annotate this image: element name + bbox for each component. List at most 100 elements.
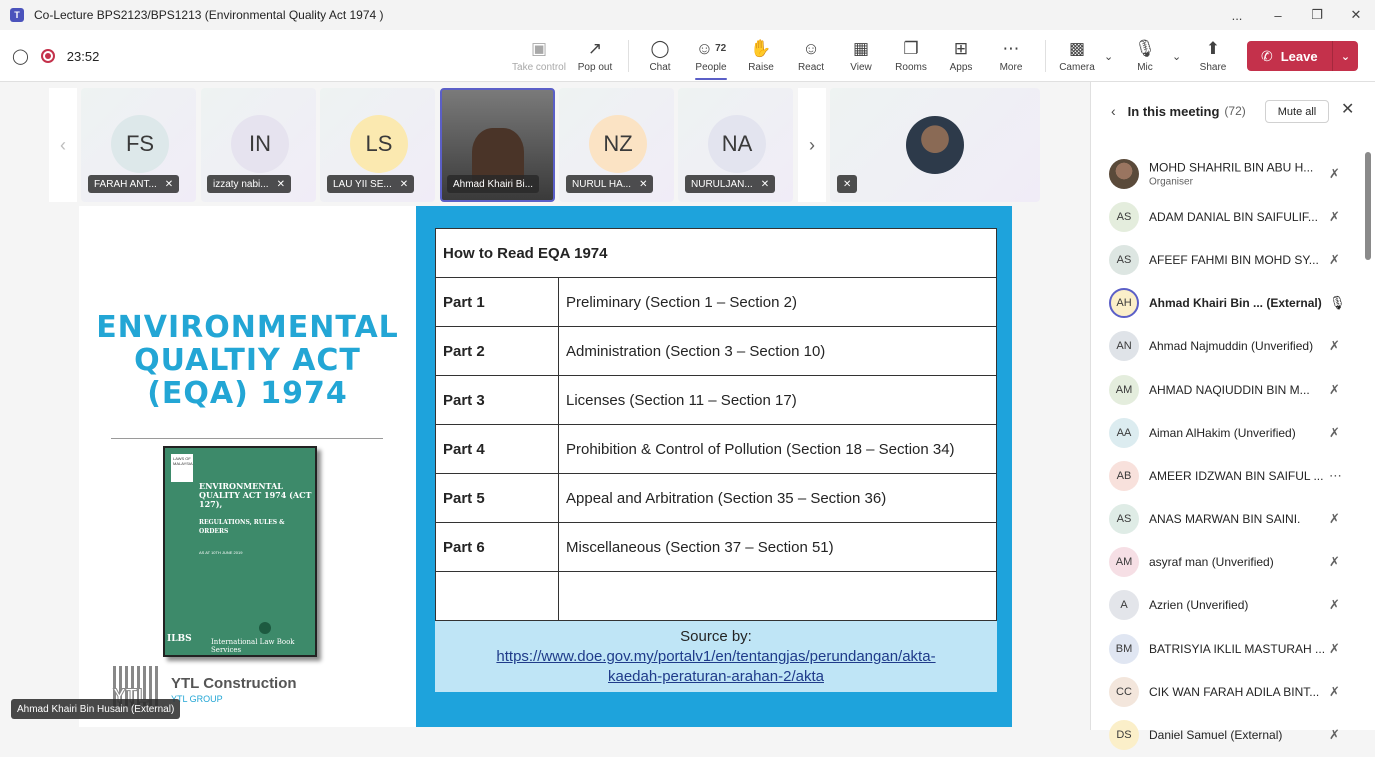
take-control-button[interactable]: ▣ Take control <box>511 30 567 82</box>
camera-off-icon: ▩ <box>1068 39 1086 58</box>
list-item[interactable]: AM AHMAD NAQIUDDIN BIN M... ✗ <box>1091 368 1366 411</box>
rooms-icon: ❐ <box>903 39 919 58</box>
list-item[interactable]: AS AFEEF FAHMI BIN MOHD SY... ✗ <box>1091 238 1366 281</box>
avatar: NA <box>708 115 766 173</box>
self-mic-off-icon: ✕ <box>837 175 858 193</box>
scrollbar[interactable] <box>1365 152 1371 260</box>
people-button[interactable]: ☺ 72 People <box>683 30 739 82</box>
participant-list: MOHD SHAHRIL BIN ABU H... Organiser ✗ AS AD… <box>1091 152 1366 757</box>
shared-slide: ENVIRONMENTAL QUALTIY ACT (EQA) 1974 LAW… <box>79 206 1012 727</box>
avatar: AB <box>1109 460 1139 491</box>
meeting-toolbar: ◯ 23:52 ▣ Take control ↗ Pop out ◯ Chat ☺ 72… <box>0 30 1375 82</box>
mic-off-icon: ✕ <box>760 178 770 190</box>
avatar <box>906 116 964 174</box>
react-button[interactable]: ☺ React <box>783 30 839 82</box>
list-item[interactable]: CC CIK WAN FARAH ADILA BINT... ✗ <box>1091 670 1366 713</box>
list-item[interactable]: AS ANAS MARWAN BIN SAINI. ✗ <box>1091 498 1366 541</box>
list-item[interactable]: AH Ahmad Khairi Bin ... (External) 🎙 <box>1091 282 1366 325</box>
source-link[interactable]: https://www.doe.gov.my/portalv1/en/tenta… <box>496 648 935 665</box>
mic-button[interactable]: 🎙 Mic <box>1117 30 1173 82</box>
shield-icon: ◯ <box>12 48 29 65</box>
hand-icon: ✋ <box>750 39 772 58</box>
leave-options-chevron-icon[interactable]: ⌄ <box>1332 41 1358 71</box>
list-item[interactable]: AN Ahmad Najmuddin (Unverified) ✗ <box>1091 325 1366 368</box>
meeting-timer: 23:52 <box>66 48 100 64</box>
share-icon: ⬆ <box>1205 39 1221 58</box>
avatar <box>1109 158 1139 189</box>
mic-off-icon: ✕ <box>164 178 174 190</box>
recording-icon <box>40 49 55 63</box>
rooms-button[interactable]: ❐ Rooms <box>883 30 939 82</box>
avatar: AA <box>1109 417 1139 448</box>
table-row: Part 3 Licenses (Section 11 – Section 17) <box>435 375 997 425</box>
teams-logo-icon: T <box>10 8 24 22</box>
share-button[interactable]: ⬆ Share <box>1185 30 1241 82</box>
avatar: BM <box>1109 633 1139 664</box>
eqa-table: How to Read EQA 1974 Part 1 Preliminary (… <box>435 228 997 621</box>
avatar: IN <box>231 115 289 173</box>
raise-hand-button[interactable]: ✋ Raise <box>733 30 789 82</box>
table-row: Part 6 Miscellaneous (Section 37 – Sectio… <box>435 522 997 572</box>
view-button[interactable]: ▦ View <box>833 30 889 82</box>
mic-off-icon: 🎙 <box>1134 39 1156 58</box>
more-options-icon[interactable]: ... <box>1217 0 1257 30</box>
camera-button[interactable]: ▩ Camera <box>1049 30 1105 82</box>
list-item[interactable]: AB AMEER IDZWAN BIN SAIFUL ... ⋯ <box>1091 454 1366 497</box>
pop-out-button[interactable]: ↗ Pop out <box>567 30 623 82</box>
avatar: CC <box>1109 676 1139 707</box>
title-bar: T Co-Lecture BPS2123/BPS1213 (Environmen… <box>0 0 1375 30</box>
close-window-button[interactable]: ✕ <box>1336 0 1375 30</box>
back-arrow-icon[interactable]: ‹ <box>1111 103 1116 119</box>
chat-icon: ◯ <box>650 39 670 58</box>
prev-tiles-arrow-icon[interactable]: ‹ <box>49 88 77 202</box>
list-item[interactable]: BM BATRISYIA IKLIL MASTURAH ... ✗ <box>1091 627 1366 670</box>
people-panel: ‹ In this meeting (72) Mute all ✕ MOHD S… <box>1090 82 1375 751</box>
avatar: FS <box>111 115 169 173</box>
list-item[interactable]: DS Daniel Samuel (External) ✗ <box>1091 713 1366 756</box>
minimize-button[interactable]: – <box>1258 0 1298 30</box>
tile-name-tag: izzaty nabi... ✕ <box>207 175 291 193</box>
avatar: AH <box>1109 288 1139 319</box>
divider <box>111 438 383 439</box>
list-item[interactable]: MOHD SHAHRIL BIN ABU H... Organiser ✗ <box>1091 152 1366 195</box>
mute-all-button[interactable]: Mute all <box>1265 100 1329 123</box>
self-view-tile[interactable] <box>830 88 1040 202</box>
mic-off-icon: ✗ <box>1329 727 1340 743</box>
table-row <box>435 571 997 621</box>
camera-options-chevron-icon[interactable]: ⌄ <box>1104 50 1113 63</box>
list-item[interactable]: AM asyraf man (Unverified) ✗ <box>1091 541 1366 584</box>
plus-icon: ⊞ <box>953 39 969 58</box>
mic-off-icon: ✗ <box>1329 597 1340 613</box>
leave-button[interactable]: ✆ Leave ⌄ <box>1247 41 1358 71</box>
mic-options-chevron-icon[interactable]: ⌄ <box>1172 50 1181 63</box>
list-item[interactable]: A Azrien (Unverified) ✗ <box>1091 584 1366 627</box>
avatar: AS <box>1109 201 1139 232</box>
avatar: A <box>1109 590 1139 621</box>
more-icon: ⋯ <box>1002 39 1020 58</box>
pop-out-icon: ↗ <box>587 39 603 58</box>
panel-title: In this meeting <box>1127 103 1220 119</box>
more-icon[interactable]: ⋯ <box>1329 468 1342 484</box>
slide-left-panel: ENVIRONMENTAL QUALTIY ACT (EQA) 1974 LAW… <box>79 206 416 727</box>
list-item[interactable]: AA Aiman AlHakim (Unverified) ✗ <box>1091 411 1366 454</box>
next-tiles-arrow-icon[interactable]: › <box>798 88 826 202</box>
mic-off-icon: ✗ <box>1329 381 1340 397</box>
apps-button[interactable]: ⊞ Apps <box>933 30 989 82</box>
close-icon[interactable]: ✕ <box>1341 99 1354 119</box>
avatar: AS <box>1109 244 1139 275</box>
mic-off-icon: ✕ <box>399 178 409 190</box>
more-button[interactable]: ⋯ More <box>983 30 1039 82</box>
list-item[interactable]: AS ADAM DANIAL BIN SAIFULIF... ✗ <box>1091 195 1366 238</box>
mic-off-icon: ✕ <box>276 178 285 190</box>
mic-off-icon: ✗ <box>1329 208 1340 224</box>
avatar: AM <box>1109 374 1139 405</box>
maximize-button[interactable]: ❐ <box>1297 0 1337 30</box>
people-icon: ☺ 72 <box>695 39 727 58</box>
book-cover-image: LAWS OF MALAYSIA ENVIRONMENTAL QUALITY A… <box>163 446 317 657</box>
chat-button[interactable]: ◯ Chat <box>632 30 688 82</box>
mic-off-icon: ✗ <box>1329 165 1340 181</box>
source-link[interactable]: kaedah-peraturan-arahan-2/akta <box>608 668 824 685</box>
table-row: Part 4 Prohibition & Control of Pollution… <box>435 424 997 474</box>
source-box: Source by: https://www.doe.gov.my/portal… <box>435 621 997 692</box>
tile-name-tag: LAU YII SE... ✕ <box>327 175 415 193</box>
